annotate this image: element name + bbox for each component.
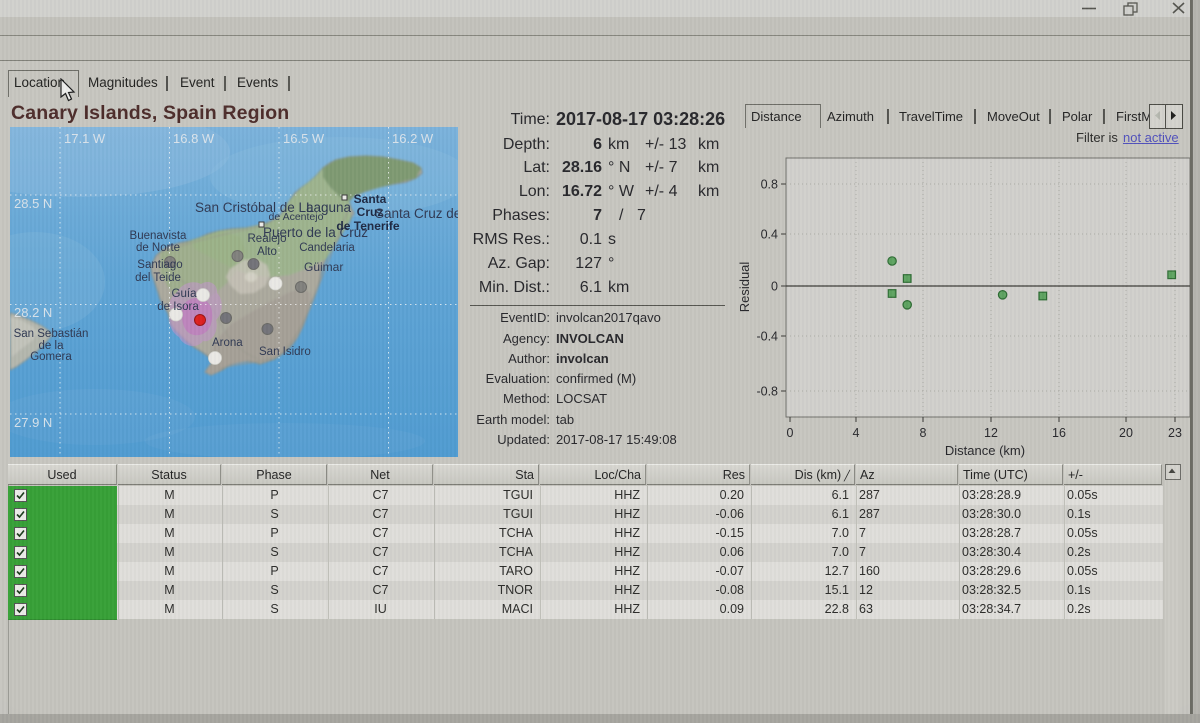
svg-text:23: 23 [1168,426,1182,440]
svg-text:San Sebastián: San Sebastián [14,328,89,340]
svg-text:-0.4: -0.4 [756,330,778,344]
svg-text:Güimar: Güimar [304,260,343,274]
svg-text:Residual: Residual [737,262,752,313]
svg-text:8: 8 [920,426,927,440]
svg-text:16: 16 [1052,426,1066,440]
svg-text:-0.8: -0.8 [756,385,778,399]
svg-text:Arona: Arona [212,337,243,349]
svg-text:16.5 W: 16.5 W [283,131,325,146]
svg-text:20: 20 [1119,426,1133,440]
svg-text:28.5 N: 28.5 N [14,196,52,211]
svg-text:de Tenerife: de Tenerife [336,219,399,233]
svg-text:Realejo: Realejo [248,233,287,245]
svg-text:Santa: Santa [354,192,387,206]
svg-text:27.9 N: 27.9 N [14,415,52,430]
svg-text:Guía: Guía [172,288,198,300]
svg-text:17.1 W: 17.1 W [64,131,106,146]
svg-text:de Isora: de Isora [157,301,199,313]
svg-text:de Norte: de Norte [136,242,180,254]
svg-text:12: 12 [984,426,998,440]
svg-text:4: 4 [853,426,860,440]
svg-text:16.8 W: 16.8 W [173,131,215,146]
svg-text:0.4: 0.4 [761,228,778,242]
svg-text:Santiago: Santiago [137,259,182,271]
svg-text:0.8: 0.8 [761,178,778,192]
svg-text:28.2 N: 28.2 N [14,305,52,320]
svg-text:San Isidro: San Isidro [259,346,311,358]
svg-text:Alto: Alto [257,246,277,258]
svg-text:del Teide: del Teide [135,272,181,284]
svg-text:Distance (km): Distance (km) [945,443,1025,458]
svg-text:Gomera: Gomera [30,351,72,363]
svg-text:Buenavista: Buenavista [130,230,188,242]
svg-text:0: 0 [787,426,794,440]
svg-text:Candelaria: Candelaria [299,242,355,254]
svg-text:de Acentejo: de Acentejo [269,211,324,223]
svg-text:0: 0 [771,280,778,294]
